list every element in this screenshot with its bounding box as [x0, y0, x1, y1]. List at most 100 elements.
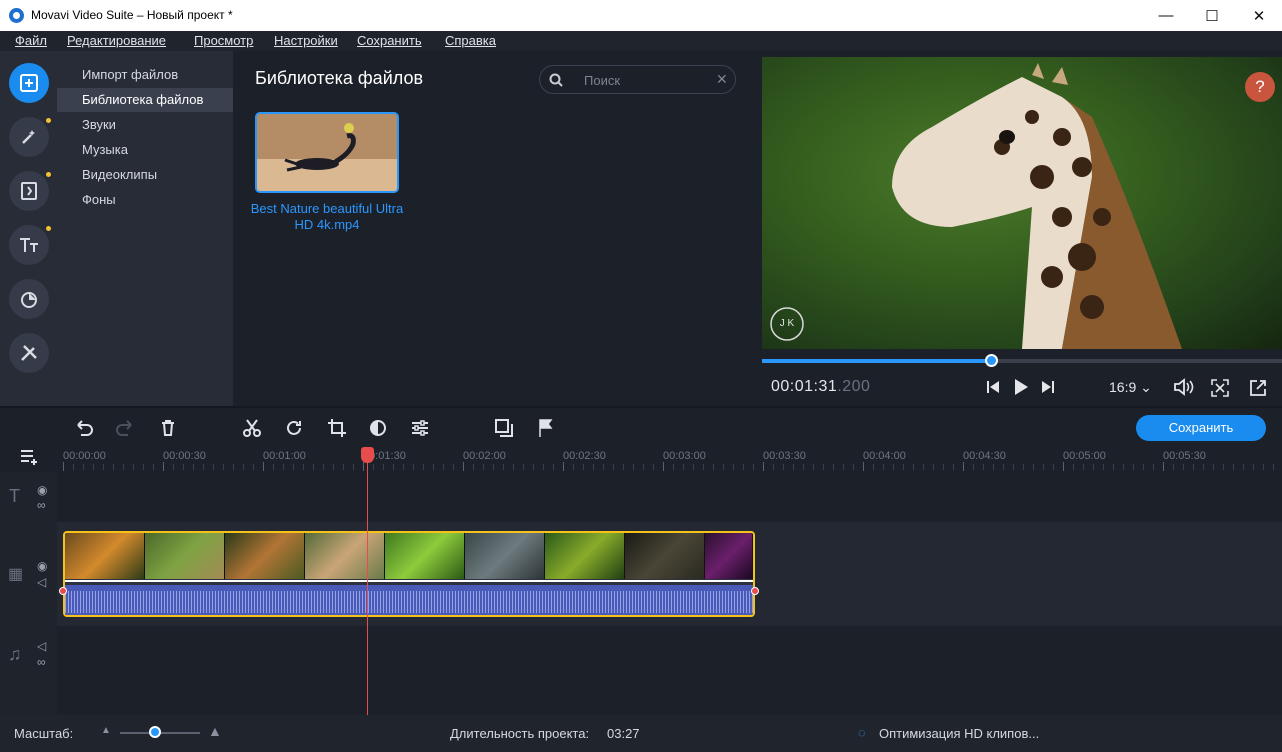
- cut-icon[interactable]: [241, 417, 263, 439]
- primate-frame: [625, 533, 705, 579]
- fit-screen-icon[interactable]: [1211, 379, 1229, 397]
- visibility-eye-icon[interactable]: ◉: [37, 483, 47, 497]
- new-content-dot: [46, 118, 51, 123]
- ruler-tick-label: 00:04:00: [863, 450, 906, 462]
- clip-properties-icon[interactable]: [409, 417, 431, 439]
- playhead-line[interactable]: [367, 447, 368, 715]
- ruler-major-tick: [63, 462, 64, 471]
- category-import-files[interactable]: Импорт файлов: [57, 63, 233, 87]
- ruler-tick-label: 00:01:00: [263, 450, 306, 462]
- zoom-slider-handle[interactable]: [149, 726, 162, 738]
- water-frame: [465, 533, 545, 579]
- music-track-lane[interactable]: [57, 626, 1282, 715]
- category-video-clips[interactable]: Видеоклипы: [57, 163, 233, 187]
- crop-icon[interactable]: [326, 417, 348, 439]
- media-file-name[interactable]: Best Nature beautiful Ultra HD 4k.mp4: [248, 201, 406, 233]
- save-export-button[interactable]: Сохранить: [1136, 415, 1266, 441]
- fade-in-handle[interactable]: [59, 587, 67, 595]
- ruler-major-tick: [263, 462, 264, 471]
- menu-bar: Файл Редактирование Просмотр Настройки С…: [0, 31, 1282, 51]
- ruler-major-tick: [463, 462, 464, 471]
- music-track-header: ♫ ◁ ∞: [0, 626, 57, 715]
- add-track-icon[interactable]: [19, 448, 41, 466]
- ruler-major-tick: [1163, 462, 1164, 471]
- text-track-icon: T: [9, 486, 20, 506]
- end-frame: [705, 533, 753, 579]
- video-clip[interactable]: [63, 531, 755, 617]
- visibility-eye-icon[interactable]: ◉: [37, 559, 47, 573]
- play-icon[interactable]: [1013, 378, 1029, 396]
- overlay-icon[interactable]: [493, 417, 515, 439]
- skip-forward-icon[interactable]: [1041, 380, 1055, 394]
- playhead-handle[interactable]: [361, 447, 374, 463]
- link-icon[interactable]: ∞: [37, 498, 46, 512]
- category-music[interactable]: Музыка: [57, 138, 233, 162]
- lizard-frame: [145, 533, 225, 579]
- external-preview-icon[interactable]: [1249, 379, 1267, 397]
- rotate-icon[interactable]: [283, 417, 305, 439]
- clip-volume-line[interactable]: [65, 580, 753, 582]
- menu-edit[interactable]: Редактирование: [67, 33, 166, 48]
- search-icon: [549, 73, 563, 87]
- video-preview[interactable]: J K ?: [762, 57, 1282, 349]
- zoom-in-icon[interactable]: ▲: [208, 723, 222, 739]
- magic-wand-icon: [22, 130, 35, 144]
- marker-flag-icon[interactable]: [535, 417, 557, 439]
- help-button[interactable]: ?: [1245, 72, 1275, 102]
- fade-out-handle[interactable]: [751, 587, 759, 595]
- music-track: ♫ ◁ ∞: [0, 626, 1282, 715]
- filters-tool-button[interactable]: [9, 279, 49, 319]
- media-thumbnail[interactable]: [255, 112, 399, 193]
- seek-handle[interactable]: [984, 354, 998, 367]
- transitions-tool-button[interactable]: [9, 171, 51, 211]
- undo-icon[interactable]: [73, 417, 95, 439]
- clear-search-icon[interactable]: ✕: [716, 71, 728, 88]
- titles-tool-button[interactable]: [9, 225, 51, 265]
- seek-bar[interactable]: [762, 354, 1282, 367]
- ruler-major-tick: [363, 462, 364, 471]
- category-sounds[interactable]: Звуки: [57, 113, 233, 137]
- color-adjust-icon[interactable]: [367, 417, 389, 439]
- title-track-header: T ◉ ∞: [0, 472, 57, 522]
- volume-icon[interactable]: [1173, 378, 1195, 396]
- minimize-button[interactable]: —: [1143, 0, 1189, 31]
- ruler-tick-label: 00:02:30: [563, 450, 606, 462]
- audio-speaker-icon[interactable]: ◁: [37, 575, 46, 589]
- window-title: Movavi Video Suite – Новый проект *: [31, 8, 233, 22]
- menu-save[interactable]: Сохранить: [357, 33, 422, 48]
- status-bar: Масштаб: ▲ ▲ Длительность проекта: 03:27…: [0, 715, 1282, 752]
- menu-file[interactable]: Файл: [15, 33, 47, 48]
- link-icon[interactable]: ∞: [37, 655, 46, 669]
- delete-icon[interactable]: [157, 417, 179, 439]
- category-file-library[interactable]: Библиотека файлов: [57, 88, 233, 112]
- close-button[interactable]: ✕: [1236, 0, 1282, 31]
- skip-back-icon[interactable]: [986, 380, 1000, 394]
- menu-help[interactable]: Справка: [445, 33, 496, 48]
- ruler-tick-label: 00:03:30: [763, 450, 806, 462]
- maximize-button[interactable]: ☐: [1189, 0, 1235, 31]
- ruler-tick-label: 00:04:30: [963, 450, 1006, 462]
- aspect-ratio-dropdown[interactable]: 16:9 ⌄: [1109, 379, 1152, 396]
- menu-view[interactable]: Просмотр: [194, 33, 253, 48]
- timeline-ruler[interactable]: 00:00:00 00:00:30 00:01:00 00:01:30 00:02:00…: [0, 446, 1282, 472]
- seek-progress: [762, 359, 991, 363]
- time-milliseconds: .200: [837, 378, 871, 395]
- zoom-out-icon[interactable]: ▲: [101, 725, 111, 736]
- ruler-major-tick: [763, 462, 764, 471]
- import-tool-button[interactable]: [9, 63, 49, 103]
- audio-speaker-icon[interactable]: ◁: [37, 639, 46, 653]
- more-tools-button[interactable]: [9, 333, 49, 373]
- search-input[interactable]: [584, 71, 704, 89]
- title-track-lane[interactable]: [57, 472, 1282, 522]
- ruler-major-tick: [163, 462, 164, 471]
- redo-icon[interactable]: [114, 417, 136, 439]
- menu-settings[interactable]: Настройки: [274, 33, 338, 48]
- library-title: Библиотека файлов: [255, 68, 424, 88]
- effects-tool-button[interactable]: [9, 117, 51, 157]
- category-backgrounds[interactable]: Фоны: [57, 188, 233, 212]
- zoom-label: Масштаб:: [14, 726, 74, 741]
- filters-icon: [21, 292, 37, 308]
- giraffe-frame-image: [770, 63, 1182, 349]
- title-track: T ◉ ∞: [0, 472, 1282, 522]
- ruler-tick-label: 00:00:00: [63, 450, 106, 462]
